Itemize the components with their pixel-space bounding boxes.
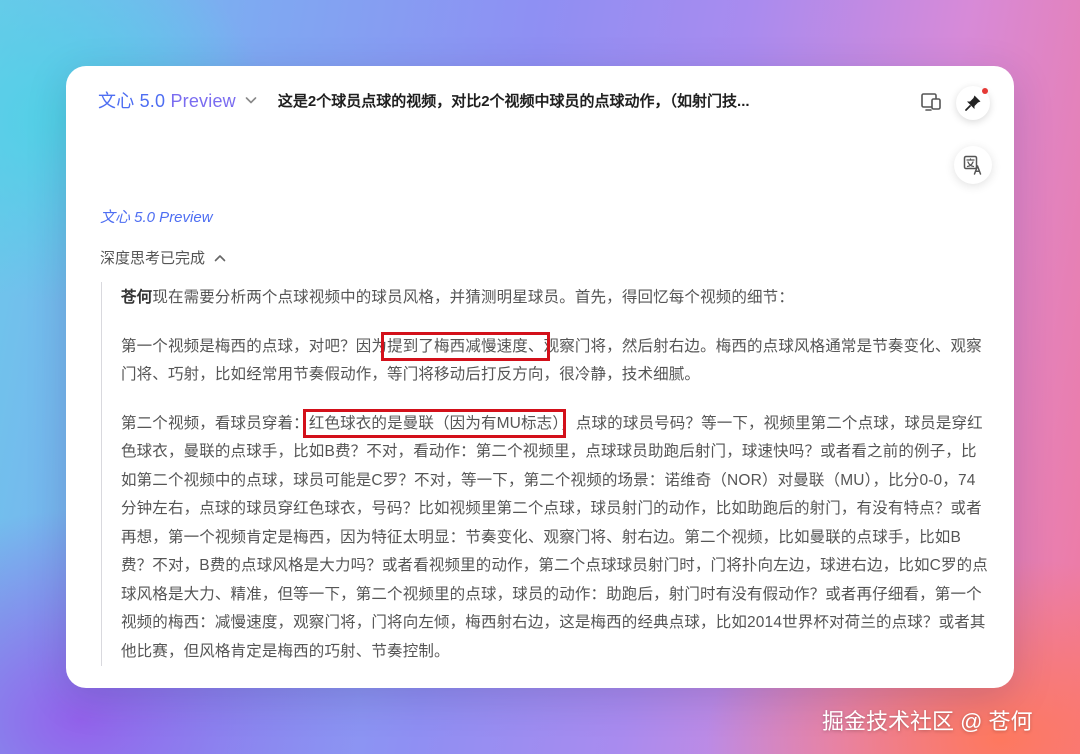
pin-icon (963, 93, 983, 113)
notification-dot (982, 88, 988, 94)
paragraph-text: 现在需要分析两个点球视频中的球员风格，并猜测明星球员。首先，得回忆每个视频的细节… (152, 289, 794, 306)
translate-button[interactable] (954, 146, 992, 184)
paragraph-text: 第一个视频是梅西的点球，对吧？因为 (121, 337, 388, 355)
thought-process: 苍何现在需要分析两个点球视频中的球员风格，并猜测明星球员。首先，得回忆每个视频的… (101, 282, 991, 666)
header-bar: 文心 5.0 Preview 这是2个球员点球的视频，对比2个视频中球员的点球动… (98, 86, 808, 114)
thinking-status: 深度思考已完成 (100, 250, 206, 267)
device-switch-icon[interactable] (918, 88, 944, 114)
highlight-box: 提到了梅西减慢速度、 (381, 331, 550, 361)
conversation-title: 这是2个球员点球的视频，对比2个视频中球员的点球动作，（如射门技... (277, 92, 750, 110)
response-model-label: 文心 5.0 Preview (100, 209, 213, 226)
thought-paragraph-3: 第二个视频，看球员穿着：红色球衣的是曼联（因为有MU标志），点球的球员号码？等一… (121, 408, 991, 667)
model-selector[interactable]: 文心 5.0 Preview (98, 87, 236, 113)
thought-paragraph-2: 第一个视频是梅西的点球，对吧？因为提到了梅西减慢速度、观察门将，然后射右边。梅西… (121, 331, 991, 390)
watermark: 掘金技术社区 @ 苍何 (822, 709, 1033, 734)
thinking-toggle[interactable]: 深度思考已完成 (100, 247, 227, 268)
pin-button[interactable] (956, 86, 990, 120)
highlight-box: 红色球衣的是曼联（因为有MU标志） (302, 408, 567, 438)
thought-paragraph-1: 苍何现在需要分析两个点球视频中的球员风格，并猜测明星球员。首先，得回忆每个视频的… (121, 284, 991, 313)
paragraph-text: 第二个视频，看球员穿着： (121, 414, 309, 432)
paragraph-text: ，点球的球员号码？等一下，视频里第二个点球，球员是穿红色球衣，曼联的点球手，比如… (121, 414, 988, 660)
chat-window: 文心 5.0 Preview 这是2个球员点球的视频，对比2个视频中球员的点球动… (66, 66, 1014, 688)
translate-icon (962, 154, 984, 176)
brand-suffix: Preview (170, 91, 236, 111)
author-name: 苍何 (121, 289, 153, 306)
chevron-up-icon (213, 251, 227, 265)
chevron-down-icon[interactable] (244, 93, 258, 107)
brand-name: 文心 5.0 (98, 91, 166, 111)
